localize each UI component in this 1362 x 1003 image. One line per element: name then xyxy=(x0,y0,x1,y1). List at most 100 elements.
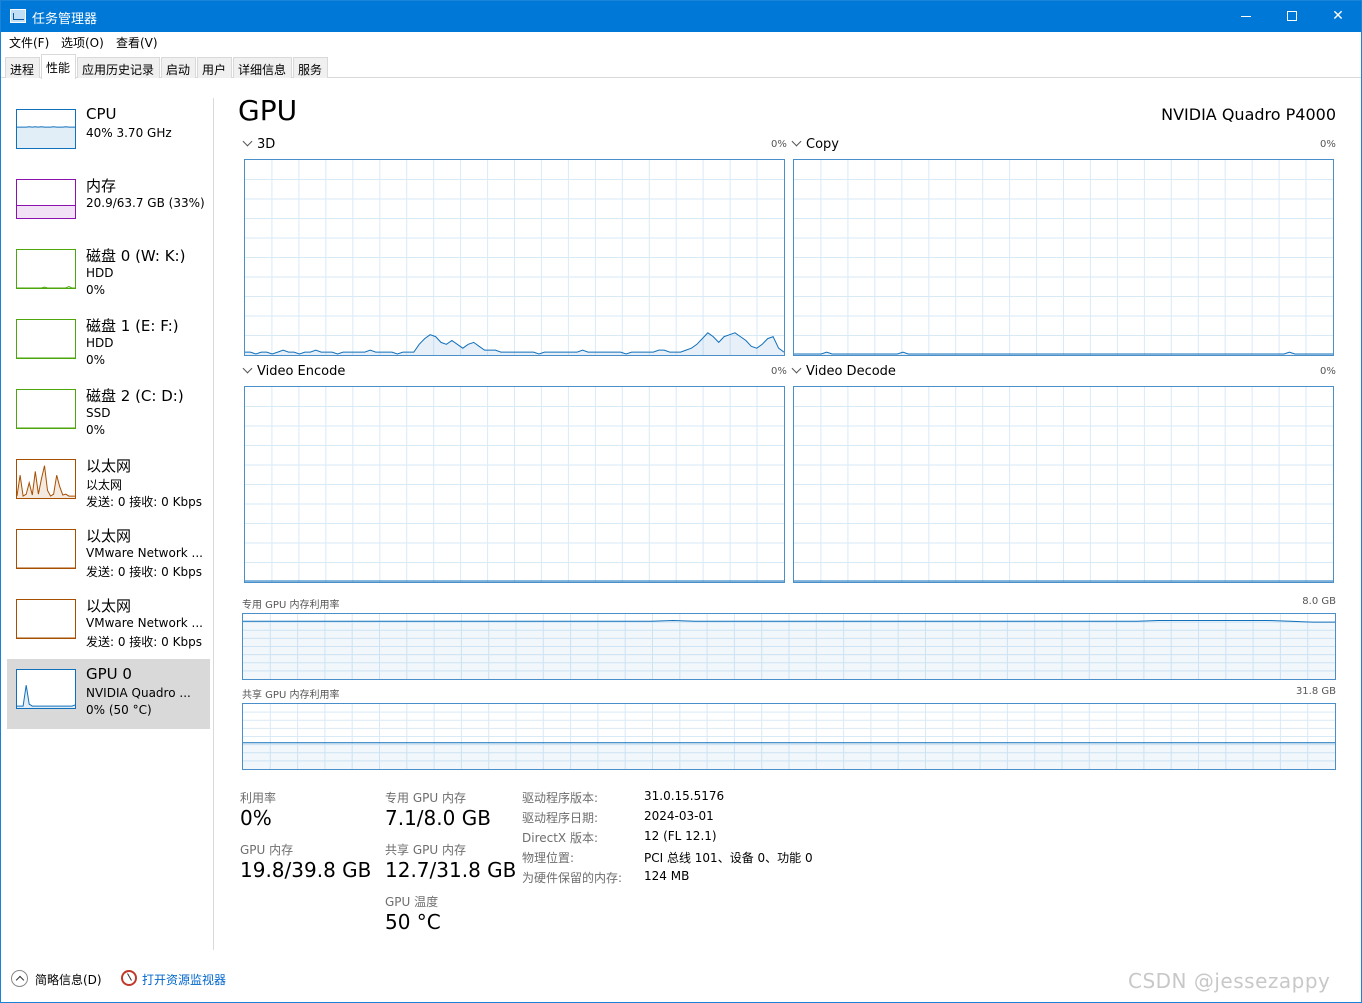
chevron-down-icon xyxy=(242,136,253,147)
sidebar-item[interactable]: GPU 0 NVIDIA Quadro ... 0% (50 °C) xyxy=(7,659,210,729)
menu-view[interactable]: 查看(V) xyxy=(116,34,158,51)
sidebar-item-title: 以太网 xyxy=(86,597,132,615)
info-value: 2024-03-01 xyxy=(644,809,714,823)
ethernet-graph-icon xyxy=(16,459,76,499)
open-resource-monitor-link[interactable]: 打开资源监视器 xyxy=(142,971,226,988)
tab-users[interactable]: 用户 xyxy=(197,57,232,78)
graph-shared-memory xyxy=(242,703,1336,770)
task-manager-window: 任务管理器 ✕ 文件(F) 选项(O) 查看(V) 进程 性能 应用历史记录 启… xyxy=(0,0,1362,1003)
minimize-icon xyxy=(1241,15,1251,17)
ethernet-graph-icon xyxy=(16,529,76,569)
ethernet-graph-icon xyxy=(16,599,76,639)
cpu-graph-icon xyxy=(16,109,76,149)
engine-selector-3d[interactable]: 3D xyxy=(242,136,276,152)
graph-svg xyxy=(243,614,1335,679)
sidebar-item-status: 发送: 0 接收: 0 Kbps xyxy=(86,495,202,509)
engine-max-pct: 0% xyxy=(771,139,787,150)
tab-app-history[interactable]: 应用历史记录 xyxy=(77,57,160,78)
maximize-button[interactable] xyxy=(1269,1,1315,32)
sidebar-item-title: 以太网 xyxy=(86,457,132,475)
maximize-icon xyxy=(1287,11,1297,21)
tab-performance[interactable]: 性能 xyxy=(41,54,76,79)
sidebar-item-status: 0% xyxy=(86,353,106,367)
graph-3d xyxy=(244,159,785,356)
menu-file[interactable]: 文件(F) xyxy=(9,34,49,51)
sidebar-item[interactable]: 以太网 以太网 发送: 0 接收: 0 Kbps xyxy=(7,449,210,519)
info-key: DirectX 版本: xyxy=(522,831,599,845)
resource-monitor-icon xyxy=(121,970,137,986)
sidebar-item-status: 0% xyxy=(86,423,106,437)
tab-services[interactable]: 服务 xyxy=(293,57,328,78)
dedicated-memory-max: 8.0 GB xyxy=(1302,596,1336,607)
disk-graph-icon xyxy=(16,319,76,359)
chevron-down-icon xyxy=(242,363,253,374)
tab-processes[interactable]: 进程 xyxy=(5,57,40,78)
sidebar-item[interactable]: 以太网 VMware Network ... 发送: 0 接收: 0 Kbps xyxy=(7,519,210,589)
chevron-down-icon xyxy=(791,136,802,147)
sidebar-item-title: 内存 xyxy=(86,177,117,195)
sidebar-item-title: 磁盘 0 (W: K:) xyxy=(86,247,186,265)
engine-name: Copy xyxy=(806,137,839,152)
utilization-label: 利用率 xyxy=(240,791,277,805)
sidebar-item-status: 发送: 0 接收: 0 Kbps xyxy=(86,635,202,649)
performance-sidebar: CPU 40% 3.70 GHz 内存 20.9/63.7 GB (33%) 磁盘 0 … xyxy=(1,79,215,951)
shared-memory-label: 共享 GPU 内存利用率 xyxy=(242,690,340,701)
gpu-memory-value: 19.8/39.8 GB xyxy=(240,858,372,882)
sidebar-item[interactable]: 磁盘 1 (E: F:) HDD 0% xyxy=(7,309,210,379)
sidebar-item-status: 0% xyxy=(86,283,106,297)
engine-name: Video Encode xyxy=(257,364,346,379)
engine-selector-video-decode[interactable]: Video Decode xyxy=(791,363,896,379)
page-title: GPU xyxy=(238,94,298,127)
engine-max-pct: 0% xyxy=(771,366,787,377)
collapse-up-icon[interactable] xyxy=(11,970,28,987)
dedicated-gpu-memory-label: 专用 GPU 内存 xyxy=(385,791,466,805)
series-area xyxy=(243,620,1335,679)
graph-svg xyxy=(794,160,1333,355)
sidebar-item-status: 0% (50 °C) xyxy=(86,703,152,717)
sidebar-item-detail: NVIDIA Quadro ... xyxy=(86,686,191,700)
gpu-temperature-label: GPU 温度 xyxy=(385,895,439,909)
tab-bar: 进程 性能 应用历史记录 启动 用户 详细信息 服务 xyxy=(1,54,1361,79)
sidebar-item[interactable]: 内存 20.9/63.7 GB (33%) xyxy=(7,169,210,239)
gpu-model-name: NVIDIA Quadro P4000 xyxy=(1161,105,1336,124)
engine-selector-video-encode[interactable]: Video Encode xyxy=(242,363,346,379)
menu-options[interactable]: 选项(O) xyxy=(61,34,104,51)
series-area xyxy=(243,742,1335,769)
sidebar-item[interactable]: 磁盘 0 (W: K:) HDD 0% xyxy=(7,239,210,309)
sidebar-item-detail: 20.9/63.7 GB (33%) xyxy=(86,196,205,210)
graph-svg xyxy=(245,387,784,582)
sidebar-item-detail: HDD xyxy=(86,266,114,280)
tab-details[interactable]: 详细信息 xyxy=(233,57,292,78)
close-icon: ✕ xyxy=(1332,8,1344,24)
sidebar-item[interactable]: CPU 40% 3.70 GHz xyxy=(7,99,210,169)
shared-gpu-memory-label: 共享 GPU 内存 xyxy=(385,843,466,857)
sidebar-item[interactable]: 以太网 VMware Network ... 发送: 0 接收: 0 Kbps xyxy=(7,589,210,659)
fewer-details-button[interactable]: 简略信息(D) xyxy=(35,971,102,988)
graph-svg xyxy=(794,387,1333,582)
engine-name: 3D xyxy=(257,137,276,152)
engine-max-pct: 0% xyxy=(1320,366,1336,377)
sidebar-item-title: GPU 0 xyxy=(86,665,132,683)
disk-graph-icon xyxy=(16,389,76,429)
minimize-button[interactable] xyxy=(1223,1,1269,32)
graph-svg xyxy=(243,704,1335,769)
info-value: 124 MB xyxy=(644,869,690,883)
disk-graph-icon xyxy=(16,249,76,289)
info-value: 12 (FL 12.1) xyxy=(644,829,717,843)
sidebar-graph-area xyxy=(17,205,75,218)
tab-startup[interactable]: 启动 xyxy=(161,57,196,78)
sidebar-graph xyxy=(17,685,75,708)
engine-selector-copy[interactable]: Copy xyxy=(791,136,839,152)
memory-graph-icon xyxy=(16,179,76,219)
sidebar-divider xyxy=(213,98,214,950)
window-title: 任务管理器 xyxy=(32,12,98,27)
chevron-down-icon xyxy=(791,363,802,374)
graph-video-decode xyxy=(793,386,1334,583)
sidebar-graph xyxy=(17,126,75,148)
sidebar-item[interactable]: 磁盘 2 (C: D:) SSD 0% xyxy=(7,379,210,449)
task-manager-app-icon xyxy=(10,9,26,23)
sidebar-graph-line xyxy=(17,285,75,288)
close-button[interactable]: ✕ xyxy=(1315,1,1361,32)
sidebar-graph xyxy=(17,205,75,218)
sidebar-graph xyxy=(17,427,75,428)
